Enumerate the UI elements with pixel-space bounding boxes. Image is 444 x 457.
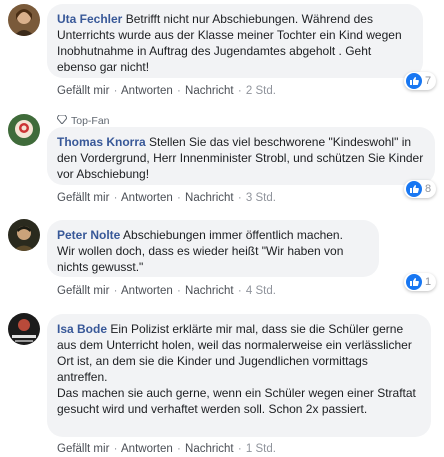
reply-link[interactable]: Antworten [121, 192, 173, 204]
message-link[interactable]: Nachricht [185, 285, 234, 297]
avatar[interactable] [8, 219, 40, 251]
separator: · [113, 443, 118, 455]
separator: · [237, 192, 242, 204]
reaction-number: 7 [425, 75, 432, 87]
comment-actions: Gefällt mir · Antworten · Nachricht · 4 … [57, 284, 276, 298]
separator: · [177, 192, 181, 204]
like-link[interactable]: Gefällt mir [57, 285, 109, 297]
comment-bubble: Thomas Knorra Stellen Sie das viel besch… [47, 127, 435, 185]
comment-text-line-2: Das machen sie auch gerne, wenn ein Schü… [57, 386, 416, 416]
author-name[interactable]: Isa Bode [57, 322, 107, 336]
message-link[interactable]: Nachricht [185, 443, 234, 455]
message-link[interactable]: Nachricht [185, 85, 234, 97]
comment-actions: Gefällt mir · Antworten · Nachricht · 3 … [57, 191, 276, 205]
avatar[interactable] [8, 313, 40, 345]
comment-text: Ein Polizist erklärte mir mal, dass sie … [57, 322, 412, 384]
like-link[interactable]: Gefällt mir [57, 443, 109, 455]
reaction-count[interactable]: 7 [404, 72, 437, 90]
timestamp[interactable]: 4 Std. [246, 285, 276, 297]
separator: · [177, 443, 181, 455]
separator: · [113, 85, 118, 97]
author-name[interactable]: Peter Nolte [57, 228, 120, 242]
like-icon [406, 274, 422, 290]
author-name[interactable]: Uta Fechler [57, 12, 122, 26]
separator: · [113, 285, 118, 297]
avatar[interactable] [8, 114, 40, 146]
comment-text-line-2: Wir wollen doch, dass es wieder heißt "W… [57, 244, 344, 274]
timestamp[interactable]: 1 Std. [246, 443, 276, 455]
message-link[interactable]: Nachricht [185, 192, 234, 204]
separator: · [177, 85, 181, 97]
top-fan-label: Top-Fan [71, 115, 110, 127]
separator: · [237, 443, 242, 455]
author-name[interactable]: Thomas Knorra [57, 135, 146, 149]
reply-link[interactable]: Antworten [121, 85, 173, 97]
comment-text: Abschiebungen immer öffentlich machen. [123, 228, 343, 242]
like-link[interactable]: Gefällt mir [57, 192, 109, 204]
reply-link[interactable]: Antworten [121, 285, 173, 297]
top-fan-badge[interactable]: Top-Fan [56, 114, 110, 127]
comment-bubble: Isa Bode Ein Polizist erklärte mir mal, … [47, 314, 431, 437]
reply-link[interactable]: Antworten [121, 443, 173, 455]
comment-bubble: Uta Fechler Betrifft nicht nur Abschiebu… [47, 4, 423, 78]
avatar[interactable] [8, 4, 40, 36]
reaction-number: 8 [425, 183, 432, 195]
diamond-icon [56, 114, 68, 127]
separator: · [237, 285, 242, 297]
timestamp[interactable]: 3 Std. [246, 192, 276, 204]
separator: · [113, 192, 118, 204]
timestamp[interactable]: 2 Std. [246, 85, 276, 97]
like-icon [406, 181, 422, 197]
like-link[interactable]: Gefällt mir [57, 85, 109, 97]
reaction-count[interactable]: 1 [404, 273, 437, 291]
like-icon [406, 73, 422, 89]
comment-actions: Gefällt mir · Antworten · Nachricht · 2 … [57, 84, 276, 98]
separator: · [177, 285, 181, 297]
reaction-number: 1 [425, 276, 432, 288]
comment-actions: Gefällt mir · Antworten · Nachricht · 1 … [57, 442, 276, 456]
reaction-count[interactable]: 8 [404, 180, 437, 198]
separator: · [237, 85, 242, 97]
comment-bubble: Peter Nolte Abschiebungen immer öffentli… [47, 220, 379, 277]
